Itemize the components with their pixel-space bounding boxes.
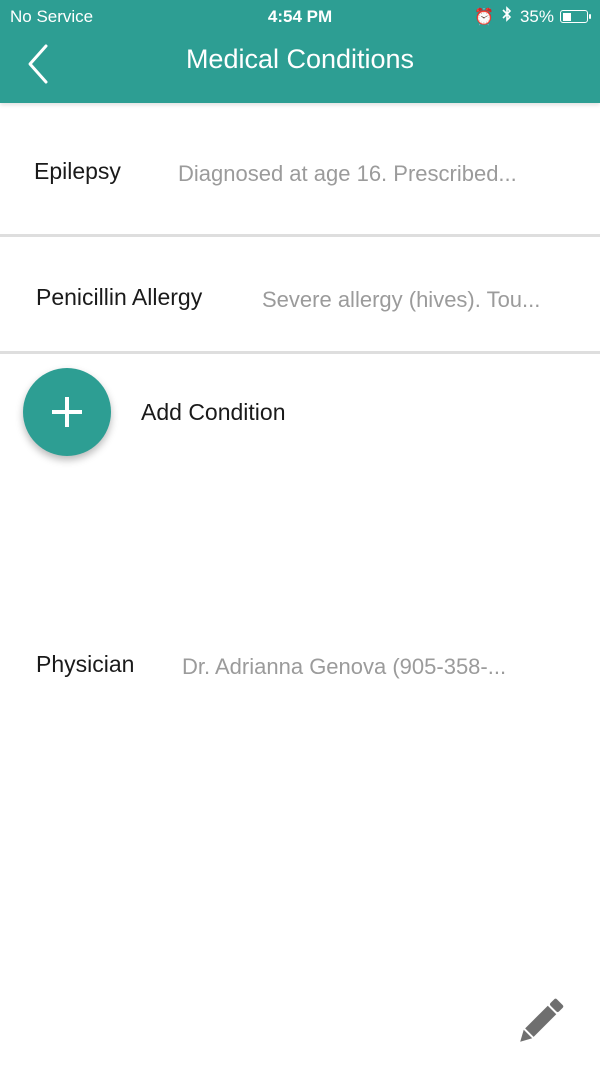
condition-notes: Severe allergy (hives). Tou... <box>262 287 541 312</box>
physician-label: Physician <box>36 651 135 677</box>
battery-percent: 35% <box>519 6 554 26</box>
status-bar: No Service 4:54 PM ⏰ 35% <box>0 0 600 34</box>
divider <box>0 351 600 354</box>
medical-conditions-screen: No Service 4:54 PM ⏰ 35% Medical Conditi… <box>0 0 600 1073</box>
physician-row[interactable]: Physician Dr. Adrianna Genova (905-358-.… <box>0 625 600 705</box>
page-title: Medical Conditions <box>185 44 415 74</box>
edit-button[interactable] <box>510 992 570 1052</box>
condition-notes: Diagnosed at age 16. Prescribed... <box>178 161 517 186</box>
battery-icon <box>560 10 591 23</box>
add-condition-button[interactable] <box>23 368 111 456</box>
bluetooth-icon <box>502 6 512 27</box>
alarm-icon: ⏰ <box>474 8 494 26</box>
condition-label: Penicillin Allergy <box>36 284 203 310</box>
condition-row-penicillin-allergy[interactable]: Penicillin Allergy Severe allergy (hives… <box>0 258 600 338</box>
divider <box>0 234 600 237</box>
add-condition-label[interactable]: Add Condition <box>141 399 286 426</box>
condition-row-epilepsy[interactable]: Epilepsy Diagnosed at age 16. Prescribed… <box>0 132 600 212</box>
battery-level <box>562 12 571 21</box>
condition-label: Epilepsy <box>34 158 121 184</box>
pencil-icon <box>520 998 564 1042</box>
status-indicators: ⏰ 35% <box>474 6 591 27</box>
physician-value: Dr. Adrianna Genova (905-358-... <box>182 654 507 679</box>
app-header: No Service 4:54 PM ⏰ 35% Medical Conditi… <box>0 0 600 103</box>
